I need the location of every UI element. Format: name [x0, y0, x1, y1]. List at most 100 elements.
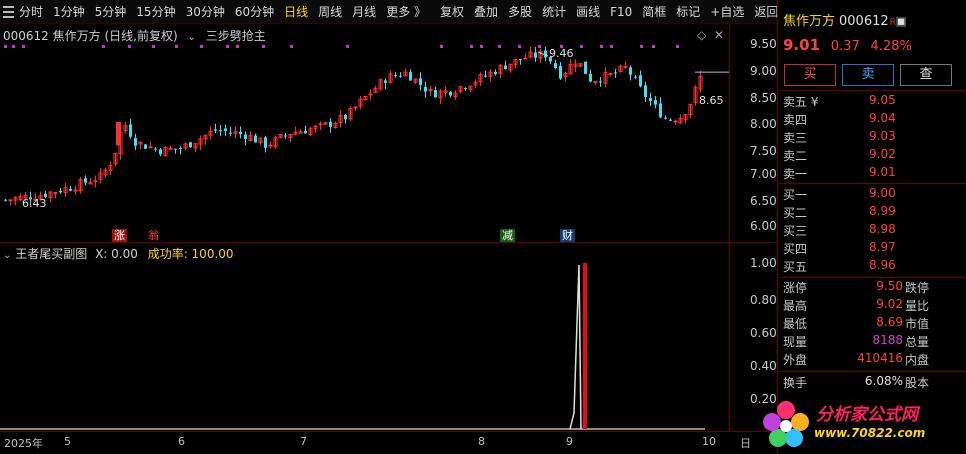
- bid-row[interactable]: 买三 8.98: [783, 222, 963, 239]
- tab-60min[interactable]: 60分钟: [230, 0, 279, 24]
- stat-row-outer: 外盘 410416 内盘: [783, 351, 963, 369]
- signal-badge-cai[interactable]: 财: [560, 229, 575, 242]
- r-tag: R🔲: [889, 18, 908, 28]
- date-tick: 10: [702, 435, 716, 448]
- signal-dot: [236, 45, 239, 48]
- candle-body-up: [623, 65, 628, 68]
- ask-price: 9.05: [869, 93, 896, 107]
- bid-row[interactable]: 买二 8.99: [783, 204, 963, 221]
- draw-line-button[interactable]: 画线: [571, 0, 605, 24]
- date-tick: 日: [740, 437, 751, 450]
- tab-weekly[interactable]: 周线: [313, 0, 347, 24]
- sub-indicator-chart[interactable]: ⌄ 王者尾买副图 X: 0.00 成功率: 100.00: [0, 242, 729, 431]
- logo-text: 分析家公式网: [816, 405, 918, 425]
- signal-badge-zhang[interactable]: 涨: [112, 229, 127, 242]
- ask-row[interactable]: 卖二 9.02: [783, 147, 963, 164]
- candle-body-down: [394, 75, 397, 77]
- signal-dot: [128, 45, 131, 48]
- candle-body-down: [159, 149, 162, 155]
- sub-axis-tick: 1.00: [750, 256, 777, 270]
- signal-badge-jian[interactable]: 减: [500, 229, 515, 242]
- overlay-button[interactable]: 叠加: [469, 0, 503, 24]
- simple-frame-button[interactable]: 简框: [637, 0, 671, 24]
- sell-button[interactable]: 卖: [842, 64, 894, 86]
- bid-row[interactable]: 买四 8.97: [783, 240, 963, 257]
- tab-intraday[interactable]: 分时: [14, 0, 48, 24]
- sub-axis-tick: 0.80: [750, 293, 777, 307]
- sub-x-value: X: 0.00: [95, 247, 138, 261]
- sub-indicator-canvas[interactable]: [0, 243, 729, 432]
- tab-monthly[interactable]: 月线: [347, 0, 381, 24]
- mark-button[interactable]: 标记: [671, 0, 705, 24]
- tab-30min[interactable]: 30分钟: [181, 0, 230, 24]
- candle-body-down: [629, 67, 632, 75]
- candle-body-down: [659, 103, 662, 118]
- adjust-button[interactable]: 复权: [435, 0, 469, 24]
- bid-row[interactable]: 买五 8.96: [783, 258, 963, 275]
- candle-body-down: [344, 115, 347, 120]
- chart-stock-name: 焦作万方: [52, 29, 101, 43]
- candle-body-down: [284, 135, 287, 137]
- ask-price: 9.03: [869, 129, 896, 143]
- tab-more[interactable]: 更多 》: [381, 0, 431, 24]
- sub-spike-line: [569, 264, 582, 430]
- tab-5min[interactable]: 5分钟: [90, 0, 132, 24]
- close-icon[interactable]: ✕: [714, 28, 724, 42]
- price-change-pct: 4.28%: [870, 39, 912, 54]
- price-tick: 7.00: [750, 167, 777, 181]
- bid-row[interactable]: 买一 9.00: [783, 186, 963, 203]
- stat-row-low: 最低 8.69 市值: [783, 315, 963, 333]
- buy-button[interactable]: 买: [784, 64, 836, 86]
- signal-dot: [22, 45, 25, 48]
- indicator-dropdown-icon[interactable]: ⌄: [188, 32, 196, 43]
- current-price: 9.01: [783, 36, 821, 54]
- main-indicator-name[interactable]: 三步劈抢主: [206, 29, 266, 43]
- diamond-icon[interactable]: ◇: [697, 28, 706, 42]
- sub-axis-tick: 0.60: [750, 326, 777, 340]
- candle-body-up: [168, 147, 173, 150]
- candlestick-chart[interactable]: 000612 焦作万方 (日线,前复权) ⌄ 三步劈抢主 ◇ ✕ 9.46 6.…: [0, 24, 729, 242]
- candle-body-down: [654, 100, 657, 105]
- candle-body-down: [409, 72, 412, 81]
- chart-header: 000612 焦作万方 (日线,前复权) ⌄ 三步劈抢主: [3, 27, 266, 44]
- candle-body-down: [554, 63, 557, 69]
- stats-button[interactable]: 统计: [537, 0, 571, 24]
- bid-label: 买五: [783, 260, 808, 274]
- menu-icon[interactable]: [3, 0, 14, 24]
- candle-body-down: [419, 78, 422, 85]
- sub-indicator-dropdown-icon[interactable]: ⌄: [3, 250, 11, 261]
- candle-body-down: [669, 119, 672, 121]
- bid-label: 买二: [783, 206, 808, 220]
- candle-body-up: [53, 192, 58, 195]
- tab-1min[interactable]: 1分钟: [48, 0, 90, 24]
- date-axis: 2025年 5 6 7 8 9 10 日: [0, 431, 777, 454]
- bid-price: 8.97: [869, 240, 896, 254]
- candle-body-down: [464, 88, 467, 90]
- signal-dot: [600, 45, 603, 48]
- sub-indicator-name[interactable]: 王者尾买副图: [15, 247, 87, 261]
- chart-mode: (日线,前复权): [104, 29, 178, 43]
- f10-button[interactable]: F10: [605, 0, 637, 24]
- candle-body-down: [174, 148, 177, 150]
- ask-row[interactable]: 卖一 9.01: [783, 165, 963, 182]
- signal-badge-weng[interactable]: 翁: [146, 229, 161, 242]
- tab-15min[interactable]: 15分钟: [131, 0, 180, 24]
- price-tick: 7.50: [750, 144, 777, 158]
- candle-body-down: [229, 132, 232, 134]
- ask-row[interactable]: 卖三 9.03: [783, 129, 963, 146]
- ask-row[interactable]: 卖四 9.04: [783, 111, 963, 128]
- stat-label: 现量: [783, 335, 808, 349]
- candle-body-down: [614, 72, 617, 74]
- ask-row[interactable]: 卖五 ¥ 9.05: [783, 93, 963, 110]
- signal-dot: [102, 45, 105, 48]
- multi-stock-button[interactable]: 多股: [503, 0, 537, 24]
- add-watchlist-button[interactable]: +自选: [705, 0, 749, 24]
- candle-body-signal: [116, 122, 121, 146]
- quote-panel: 焦作万方 000612R🔲 9.01 0.37 4.28% 买 卖 查 卖五 ¥ 9…: [777, 0, 966, 454]
- price-change: 0.37: [830, 39, 860, 54]
- candle-body-down: [59, 190, 62, 193]
- sub-chart-header: ⌄ 王者尾买副图 X: 0.00 成功率: 100.00: [3, 245, 234, 262]
- tab-daily[interactable]: 日线: [279, 0, 313, 24]
- candlestick-canvas[interactable]: [0, 24, 729, 242]
- query-button[interactable]: 查: [900, 64, 952, 86]
